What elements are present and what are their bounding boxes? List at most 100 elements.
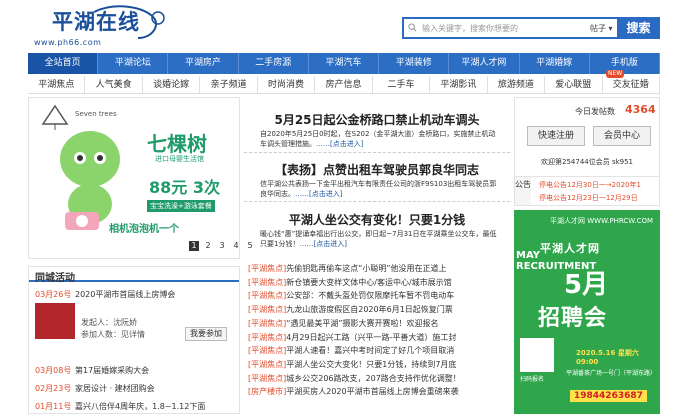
news-category[interactable]: [房产楼市] [248, 387, 286, 396]
news-title[interactable]: 4月29日起兴工路（兴平一路-平善大道）施工封 [286, 333, 456, 342]
headline-3[interactable]: 平湖人坐公交有变化！只要1分钱 [244, 211, 510, 228]
nav-item[interactable]: 平湖人才网 [449, 53, 520, 74]
news-list-item[interactable]: [平湖焦点]新仓镇要大变样文体中心/客运中心/城市展示馆 [248, 276, 510, 290]
member-center-button[interactable]: 会员中心 [593, 126, 651, 146]
activity-date: 03月26号 [35, 290, 72, 299]
news-list-item[interactable]: [平湖焦点]平湖人速看！嘉兴中考时间定了好几个项目取消 [248, 344, 510, 358]
search-category-label: 帖子 [590, 24, 606, 33]
nav-item[interactable]: 平湖房产 [168, 53, 239, 74]
activity-date: 02月23号 [35, 384, 72, 393]
activity-row[interactable]: 03月08号 第17届婚嫁采购大会 [35, 365, 149, 376]
pager-dot[interactable]: 1 [189, 241, 199, 251]
news-title[interactable]: 平湖人速看！嘉兴中考时间定了好几个项目取消 [286, 346, 454, 355]
ad-footer: 相机泡泡机一个 [109, 224, 179, 235]
news-category[interactable]: [平湖焦点] [248, 291, 286, 300]
nav-item[interactable]: 二手房源 [239, 53, 309, 74]
nav-item[interactable]: 手机版 [590, 53, 660, 74]
subnav-item[interactable]: 二手车 [373, 76, 431, 93]
subnav-item[interactable]: 平湖影讯 [430, 76, 488, 93]
news-title[interactable]: 九龙山旅游度假区自2020年6月1日起恢复门票 [286, 305, 453, 314]
activity-row[interactable]: 01月11号 嘉兴八倍伴4周年庆，1.8~1.12下面 [35, 401, 205, 412]
welcome-text: 欢迎第254744位会员 sk951 [541, 158, 634, 166]
activity-row[interactable]: 03月26号 2020平湖市首届线上房博会 [35, 289, 175, 300]
news-list: [平湖焦点]先偷钥匙再偷车这点“小聪明”他没用在正道上 [平湖焦点]新仓镇要大变样… [248, 262, 510, 399]
news-title[interactable]: 城乡公交206路改支，207路合支持作优化调整！ [286, 374, 461, 383]
subnav-item[interactable]: 旅游频道 [488, 76, 546, 93]
subnav-item[interactable]: 亲子频道 [200, 76, 258, 93]
site-logo[interactable]: 平湖在线 www.ph66.com [34, 4, 184, 48]
city-activities-title: 同城活动 [29, 267, 239, 284]
read-more-link[interactable]: ……[点击进入] [299, 240, 346, 248]
nav-item[interactable]: 平湖装修 [379, 53, 450, 74]
subnav-item[interactable]: 时尚消费 [258, 76, 316, 93]
summary-text: 自2020年5月25日0时起，在S202（金平湖大道）金桥路口，实施禁止机动车调… [260, 130, 496, 148]
news-list-item[interactable]: [平湖焦点]先偷钥匙再偷车这点“小聪明”他没用在正道上 [248, 262, 510, 276]
news-title[interactable]: 平湖人坐公交大变化！只要1分钱，持续到7月底 [286, 360, 456, 369]
ad-subtitle: 进口母婴生活馆 [155, 155, 204, 163]
ad-carousel[interactable]: Seven trees 七棵树 进口母婴生活馆 88元 3次 宝宝洗澡+游泳套餐… [28, 97, 253, 259]
join-button[interactable]: 我要参加 [185, 327, 227, 341]
nav-item[interactable]: 平湖汽车 [309, 53, 380, 74]
ad-brand: Seven trees [75, 110, 117, 118]
search-input[interactable]: 输入关键字，搜索你想要的 [422, 23, 518, 34]
news-list-item[interactable]: [平湖焦点]“遇见最美平湖”摄影大赛开赛啦！欢迎报名 [248, 317, 510, 331]
activity-join-count: 参加人数：见详情 [81, 330, 145, 339]
news-category[interactable]: [平湖焦点] [248, 360, 286, 369]
news-title[interactable]: 平湖买房人2020平湖市首届线上房博会重磅来袭 [286, 387, 458, 396]
sub-nav: 平湖焦点 人气美食 谈婚论嫁 亲子频道 时尚消费 房产信息 二手车 平湖影讯 旅游频道 爱心联盟交… [28, 76, 660, 94]
ad-banner[interactable]: Seven trees 七棵树 进口母婴生活馆 88元 3次 宝宝洗澡+游泳套餐… [37, 102, 233, 242]
news-title[interactable]: 新仓镇要大变样文体中心/客运中心/城市展示馆 [286, 278, 451, 287]
subnav-item[interactable]: 人气美食 [85, 76, 143, 93]
rad-address: 平湖番茶广场一号门（平湖东路） [566, 370, 657, 377]
subnav-item[interactable]: 交友征婚 [603, 76, 660, 93]
notice-item[interactable]: 停电公告12月30日一→2020年1 [539, 180, 641, 190]
activity-thumbnail[interactable] [35, 303, 75, 339]
subnav-item[interactable]: 平湖焦点 [28, 76, 86, 93]
today-posts-count: 4364 [625, 103, 656, 116]
headline-1[interactable]: 5月25日起公金桥路口禁止机动车调头 [244, 111, 510, 128]
news-list-item[interactable]: [平湖焦点]九龙山旅游度假区自2020年6月1日起恢复门票 [248, 303, 510, 317]
rad-subtitle: 招聘会 [538, 306, 608, 331]
search-category-select[interactable]: 帖子 ▾ [590, 23, 613, 34]
recruitment-ad[interactable]: 平湖人才网 WWW.PHRCW.COM MAY RECRUITMENT 平湖人才… [514, 210, 660, 414]
news-list-item[interactable]: [平湖焦点]公安部：不戴头盔处罚仅限摩托车暂不罚电动车 [248, 289, 510, 303]
news-title[interactable]: 公安部：不戴头盔处罚仅限摩托车暂不罚电动车 [286, 291, 454, 300]
activity-row[interactable]: 02月23号 家居设计 · 建材团购会 [35, 383, 155, 394]
news-list-item[interactable]: [平湖焦点]城乡公交206路改支，207路合支持作优化调整！ [248, 372, 510, 386]
news-list-item[interactable]: [平湖焦点]平湖人坐公交大变化！只要1分钱，持续到7月底 [248, 358, 510, 372]
news-list-item[interactable]: [平湖焦点]4月29日起兴工路（兴平一路-平善大道）施工封 [248, 331, 510, 345]
news-title[interactable]: “遇见最美平湖”摄影大赛开赛啦！欢迎报名 [286, 319, 438, 328]
activity-date: 01月11号 [35, 402, 72, 411]
register-button[interactable]: 快速注册 [527, 126, 585, 146]
nav-item[interactable]: 平湖论坛 [98, 53, 169, 74]
notice-box: 公告 停电公告12月30日一→2020年1 停电公告12月23日一12月29日 [514, 176, 660, 206]
news-category[interactable]: [平湖焦点] [248, 305, 286, 314]
headline-3-summary: 暖心钱“惠”提诵幸福出行出公交，即日起~7月31日在平湖乘坐公交车，最低只要1分… [260, 229, 500, 249]
pager-dot[interactable]: 2 [203, 241, 213, 251]
news-category[interactable]: [平湖焦点] [248, 333, 286, 342]
news-category[interactable]: [平湖焦点] [248, 319, 286, 328]
pager-dot[interactable]: 3 [217, 241, 227, 251]
subnav-item[interactable]: 房产信息 [315, 76, 373, 93]
notice-item[interactable]: 停电公告12月23日一12月29日 [539, 193, 638, 203]
news-category[interactable]: [平湖焦点] [248, 278, 286, 287]
pager-dot[interactable]: 4 [231, 241, 241, 251]
subnav-item[interactable]: 谈婚论嫁 [143, 76, 201, 93]
news-title[interactable]: 先偷钥匙再偷车这点“小聪明”他没用在正道上 [286, 264, 446, 273]
news-category[interactable]: [平湖焦点] [248, 346, 286, 355]
headline-2[interactable]: 【表扬】点赞出租车驾驶员郭良华同志 [244, 161, 510, 178]
nav-item[interactable]: 全站首页 [28, 53, 99, 74]
read-more-link[interactable]: ……[点击进入] [316, 140, 363, 148]
member-box: 今日发帖数 4364 快速注册 会员中心 欢迎第254744位会员 sk951 [514, 97, 660, 177]
logo-text: 平湖在线 [52, 9, 140, 34]
subnav-item[interactable]: 爱心联盟 [545, 76, 603, 93]
news-category[interactable]: [平湖焦点] [248, 374, 286, 383]
search-box: 输入关键字，搜索你想要的 帖子 ▾ 搜索 [402, 17, 660, 39]
mascot-icon [60, 131, 120, 230]
ad-title: 七棵树 [147, 132, 207, 156]
search-button[interactable]: 搜索 [617, 17, 660, 39]
news-category[interactable]: [平湖焦点] [248, 264, 286, 273]
news-list-item[interactable]: [房产楼市]平湖买房人2020平湖市首届线上房博会重磅来袭 [248, 385, 510, 399]
read-more-link[interactable]: ……[点击进入] [295, 190, 342, 198]
nav-item[interactable]: 平湖婚嫁 [520, 53, 590, 74]
